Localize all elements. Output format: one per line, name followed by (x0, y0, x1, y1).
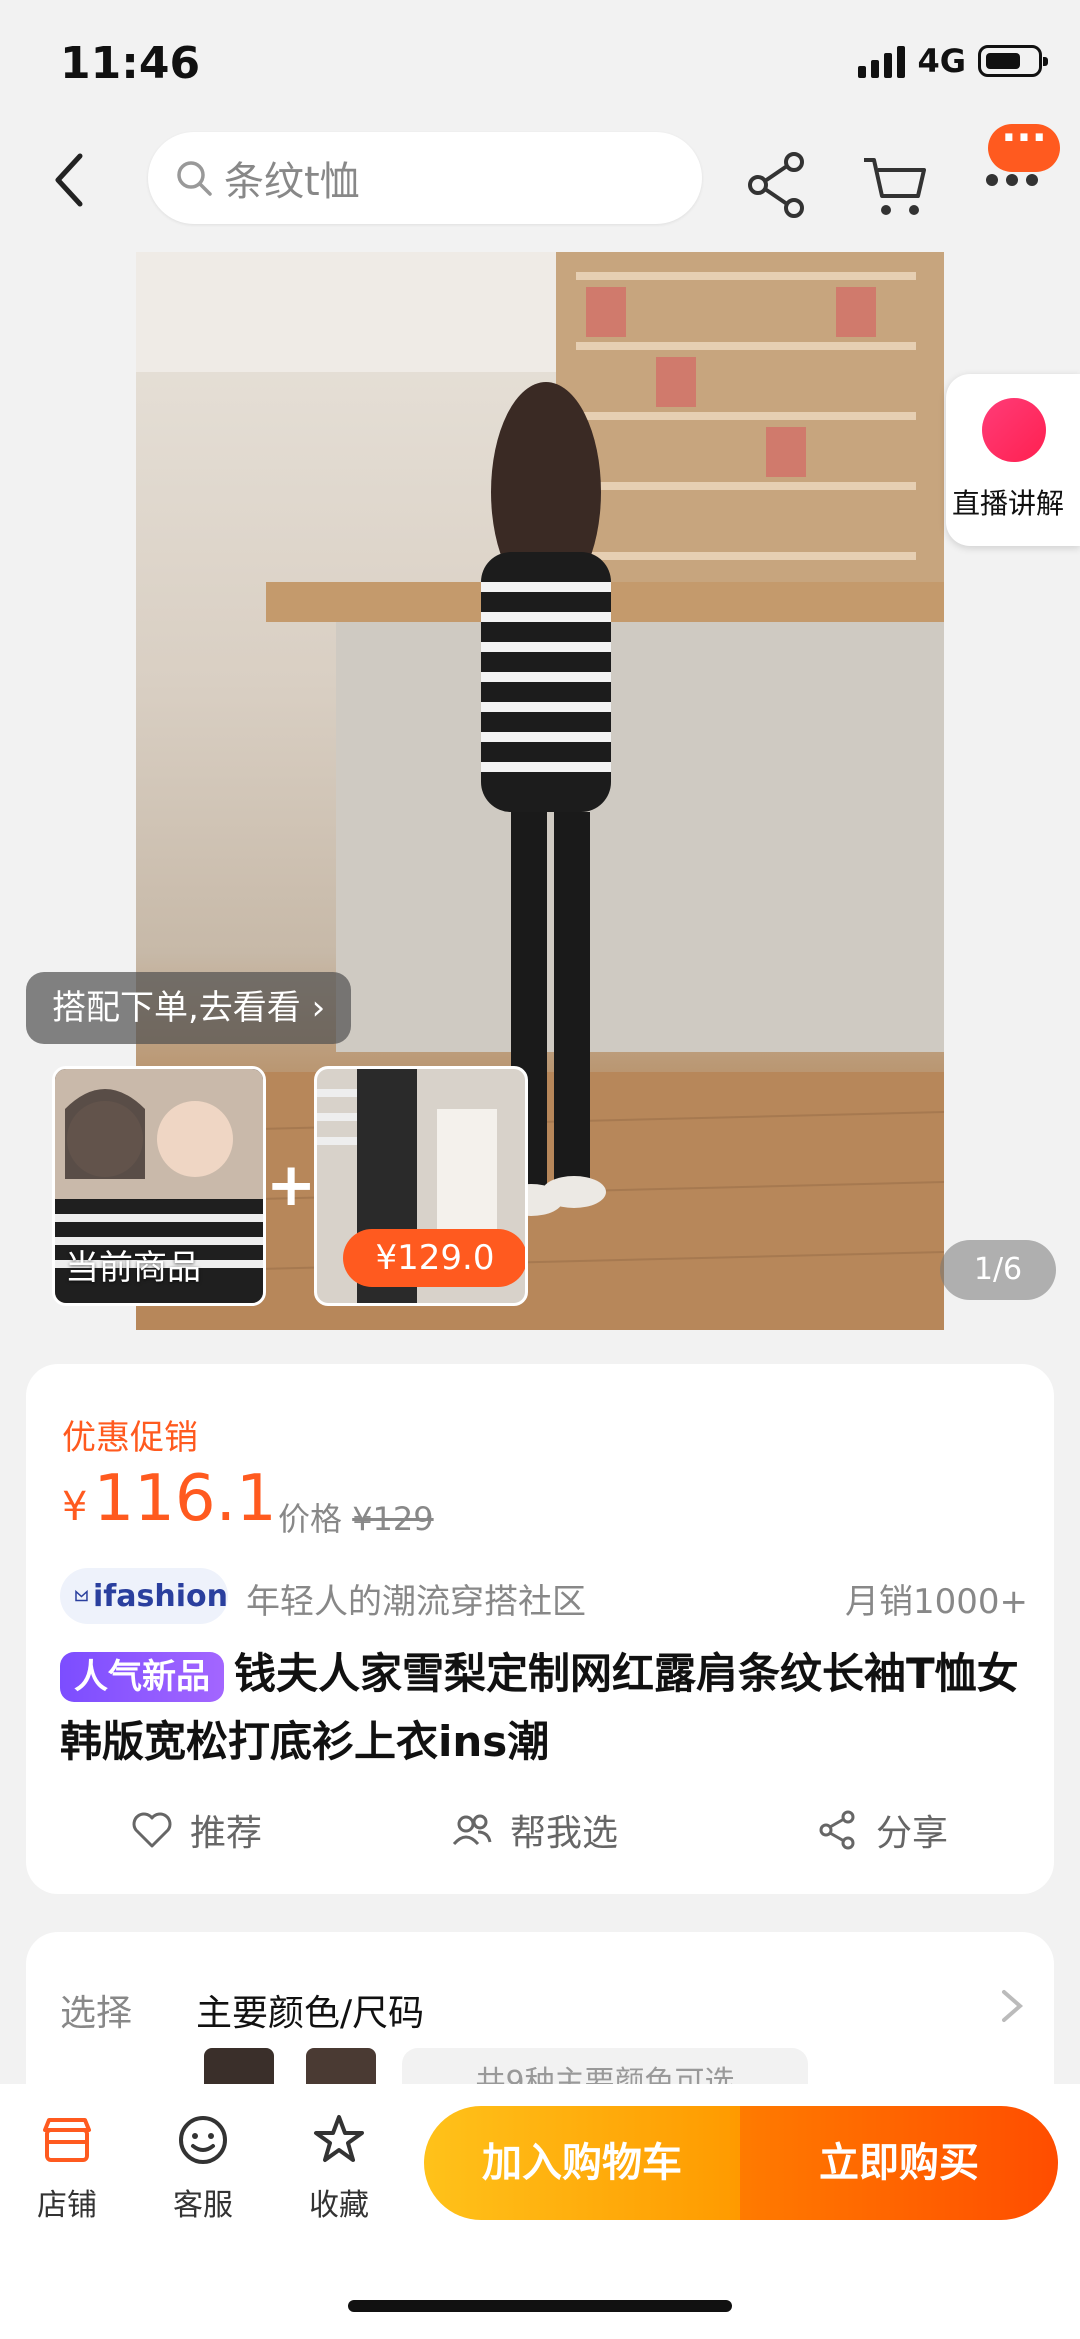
tab-service[interactable]: 客服 (148, 2112, 258, 2224)
product-title: 人气新品 钱夫人家雪梨定制网红露肩条纹长袖T恤女韩版宽松打底衫上衣ins潮 (60, 1640, 1020, 1776)
cart-icon[interactable] (860, 152, 930, 222)
search-placeholder: 条纹t恤 (224, 159, 360, 205)
original-price: 价格 ¥129 (278, 1494, 434, 1540)
people-icon (452, 1814, 492, 1846)
add-to-cart-button[interactable]: 加入购物车 (424, 2106, 740, 2220)
search-bar[interactable]: 条纹t恤 (148, 132, 702, 224)
combo-order-link[interactable]: 搭配下单,去看看 › (26, 972, 352, 1044)
heart-icon (132, 1812, 172, 1848)
buy-now-button[interactable]: 立即购买 (740, 2106, 1058, 2220)
current-product-label: 当前商品 (65, 1248, 201, 1288)
star-icon (314, 2115, 364, 2162)
chevron-right-icon[interactable] (1000, 1986, 1024, 2026)
signal-icon (858, 44, 906, 78)
recommend-label: 推荐 (190, 1813, 263, 1854)
more-icon[interactable] (982, 170, 1042, 190)
tab-service-label: 客服 (173, 2188, 233, 2223)
share-icon[interactable] (744, 150, 814, 220)
hot-new-tag: 人气新品 (60, 1652, 224, 1702)
live-label: 直播讲解 (952, 487, 1065, 520)
tab-favorite-label: 收藏 (309, 2188, 369, 2223)
live-explain-button[interactable]: 直播讲解 (946, 374, 1080, 546)
help-choose-label: 帮我选 (510, 1813, 619, 1854)
price-value: 116.1 (93, 1462, 277, 1536)
back-icon[interactable] (50, 150, 90, 210)
original-price-value: ¥129 (352, 1500, 434, 1538)
select-value: 主要颜色/尺码 (196, 1993, 425, 2034)
currency-symbol: ¥ (62, 1484, 88, 1530)
share-small-icon (819, 1810, 855, 1850)
status-time: 11:46 (60, 38, 201, 89)
tab-favorite[interactable]: 收藏 (284, 2112, 394, 2224)
tab-shop-label: 店铺 (37, 2188, 97, 2223)
brand-name: ifashion (92, 1578, 228, 1614)
combo-price: ¥129.0 (343, 1229, 525, 1287)
status-indicators: 4G (858, 42, 1048, 80)
shop-icon (43, 2118, 91, 2162)
tab-shop[interactable]: 店铺 (12, 2112, 122, 2224)
monthly-sales: 月销1000+ (844, 1582, 1028, 1622)
current-product-thumb[interactable]: 当前商品 (52, 1066, 266, 1306)
ifashion-badge[interactable]: ifashion (60, 1568, 228, 1624)
select-label: 选择 (60, 1993, 133, 2034)
promo-label: 优惠促销 (62, 1418, 198, 1458)
original-price-label: 价格 (278, 1500, 343, 1538)
search-icon (177, 161, 212, 196)
share-label: 分享 (876, 1813, 949, 1854)
recommend-button[interactable]: 推荐 (130, 1804, 262, 1856)
live-icon (982, 398, 1046, 462)
home-indicator[interactable] (348, 2300, 732, 2312)
battery-icon (978, 45, 1048, 77)
current-price: ¥ 116.1 (62, 1462, 277, 1536)
combo-product-thumb[interactable]: ¥129.0 (314, 1066, 528, 1306)
plus-icon: + (266, 1150, 317, 1220)
brand-slogan: 年轻人的潮流穿搭社区 (246, 1582, 586, 1622)
service-icon (179, 2116, 227, 2164)
image-counter: 1/6 (940, 1240, 1056, 1300)
ifashion-logo-icon (75, 1589, 88, 1602)
network-type: 4G (917, 42, 966, 80)
share-product-button[interactable]: 分享 (816, 1804, 948, 1856)
help-choose-button[interactable]: 帮我选 (450, 1804, 618, 1856)
message-badge[interactable]: ··· (988, 118, 1060, 172)
